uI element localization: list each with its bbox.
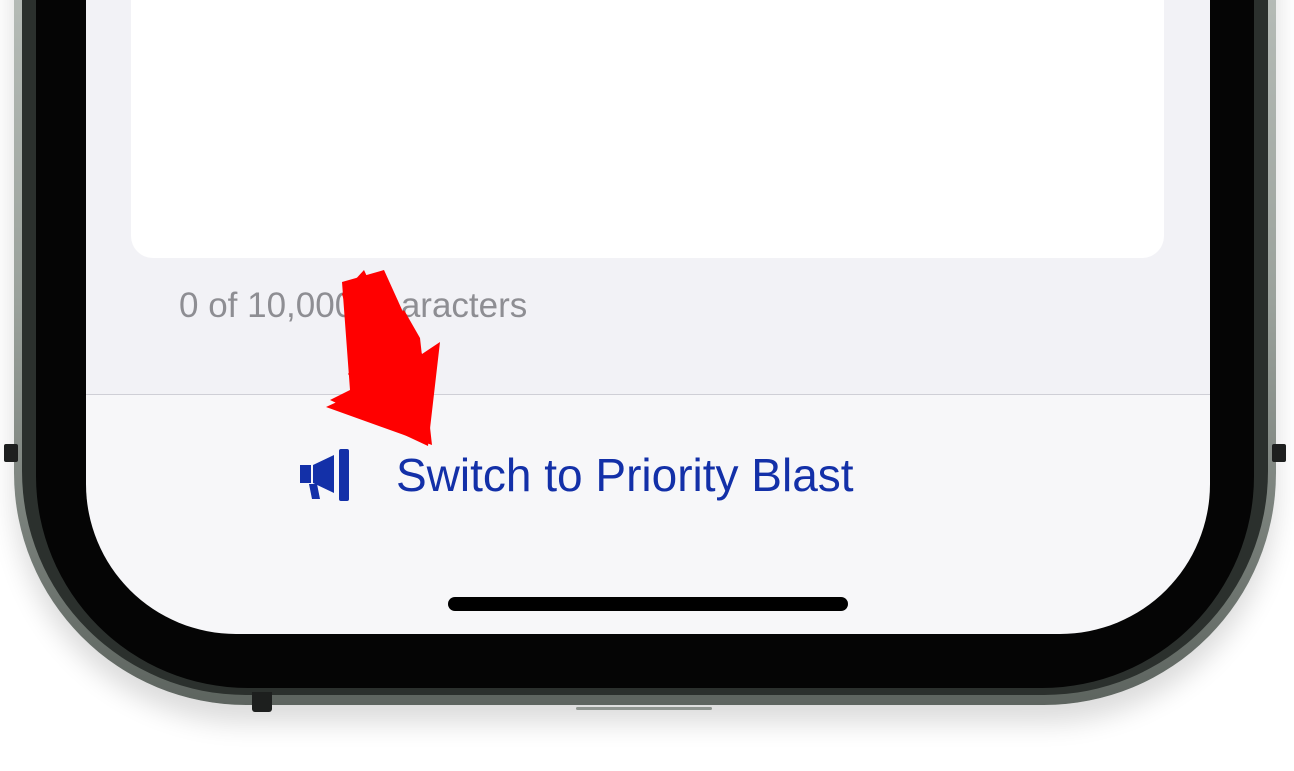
annotation-arrow-icon xyxy=(326,270,440,446)
side-button-left xyxy=(4,444,18,462)
side-button-right xyxy=(1272,444,1286,462)
toolbar-divider xyxy=(86,394,1210,395)
home-indicator xyxy=(448,597,848,611)
phone-screen: 0 of 10,000 characters Switch to Priorit… xyxy=(86,0,1210,634)
speaker-slot xyxy=(576,707,712,710)
composer-section: 0 of 10,000 characters xyxy=(86,0,1210,394)
message-text-area[interactable] xyxy=(131,0,1164,258)
switch-to-priority-blast-label: Switch to Priority Blast xyxy=(396,449,854,501)
megaphone-icon xyxy=(300,449,349,501)
frame-antenna-tab xyxy=(252,692,272,712)
